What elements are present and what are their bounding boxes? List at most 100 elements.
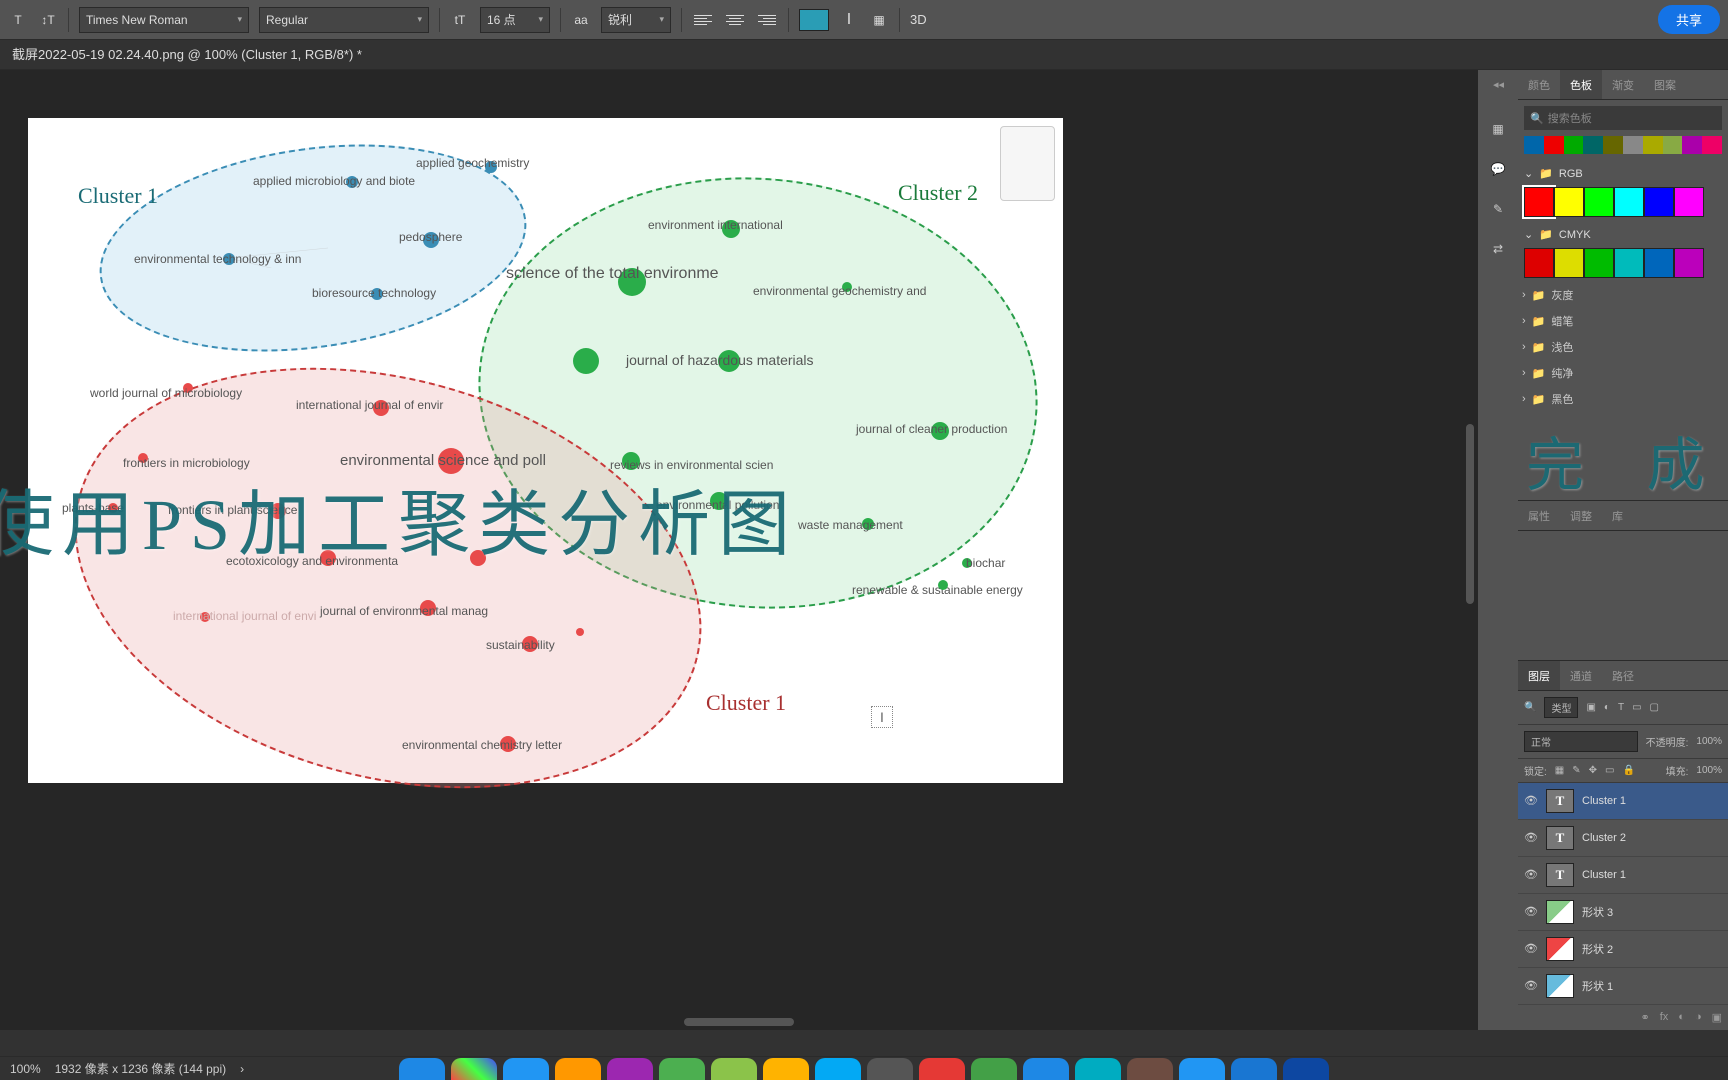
link-icon[interactable]: ⚭ — [1641, 1011, 1650, 1024]
align-left-button[interactable] — [692, 9, 714, 31]
layer-row[interactable]: 👁TCluster 2 — [1518, 820, 1728, 857]
dock-app-icon[interactable] — [815, 1058, 861, 1080]
share-button[interactable]: 共享 — [1658, 5, 1720, 34]
filter-type-dropdown[interactable]: 类型 — [1544, 697, 1578, 718]
layer-row[interactable]: 👁形状 3 — [1518, 894, 1728, 931]
filter-smart-icon[interactable]: ▢ — [1650, 702, 1659, 713]
options-bar: T ↕T Times New Roman▾ Regular▾ tT 16 点▾ … — [0, 0, 1728, 40]
tab-color[interactable]: 颜色 — [1518, 70, 1560, 99]
tab-channels[interactable]: 通道 — [1560, 661, 1602, 690]
watermark-left: 使用PS加工聚类分析图 — [0, 465, 798, 570]
collapse-chevron-icon[interactable]: ◂◂ — [1493, 78, 1512, 94]
folder-pastel[interactable]: ›📁 蜡笔 — [1518, 308, 1728, 334]
align-center-button[interactable] — [724, 9, 746, 31]
dock-app-icon[interactable] — [607, 1058, 653, 1080]
mask-icon[interactable]: ◐ — [1678, 1011, 1685, 1024]
fill-value[interactable]: 100% — [1696, 765, 1722, 776]
document-tab[interactable]: 截屏2022-05-19 02.24.40.png @ 100% (Cluste… — [0, 40, 1728, 70]
visibility-icon[interactable]: 👁 — [1524, 794, 1538, 808]
character-panel-icon[interactable]: ▦ — [869, 10, 889, 30]
dock-app-icon[interactable] — [1231, 1058, 1277, 1080]
tab-adjustments[interactable]: 调整 — [1560, 501, 1602, 530]
dock-app-icon[interactable] — [659, 1058, 705, 1080]
visibility-icon[interactable]: 👁 — [1524, 905, 1538, 919]
adjustment-icon[interactable]: ◑ — [1695, 1011, 1702, 1024]
macos-dock[interactable] — [0, 1050, 1728, 1080]
tab-libraries[interactable]: 库 — [1602, 501, 1633, 530]
text-orient-icon[interactable]: ↕T — [38, 10, 58, 30]
filter-adjust-icon[interactable]: ◐ — [1604, 702, 1610, 713]
workspace: applied geochemistry applied microbiolog… — [0, 70, 1728, 1030]
text-tool-icon[interactable]: T — [8, 10, 28, 30]
font-style-dropdown[interactable]: Regular▾ — [259, 7, 429, 33]
layer-row[interactable]: 👁TCluster 1 — [1518, 783, 1728, 820]
align-right-button[interactable] — [756, 9, 778, 31]
dock-app-icon[interactable] — [1179, 1058, 1225, 1080]
search-icon[interactable]: 🔍 — [1524, 702, 1536, 713]
folder-light[interactable]: ›📁 浅色 — [1518, 334, 1728, 360]
lock-move-icon[interactable]: ✥ — [1589, 765, 1597, 776]
vertical-scrollbar[interactable] — [1466, 424, 1474, 604]
antialias-dropdown[interactable]: 锐利▾ — [601, 7, 671, 33]
recent-swatches[interactable] — [1524, 136, 1722, 154]
swatch-group-rgb: ⌄📁 RGB — [1524, 160, 1722, 221]
visibility-icon[interactable]: 👁 — [1524, 942, 1538, 956]
dock-app-icon[interactable] — [1023, 1058, 1069, 1080]
layer-row[interactable]: 👁形状 1 — [1518, 968, 1728, 1005]
nav-widget[interactable] — [1000, 126, 1055, 201]
3d-button[interactable]: 3D — [910, 10, 927, 30]
folder-pure[interactable]: ›📁 纯净 — [1518, 360, 1728, 386]
lock-artboard-icon[interactable]: ▭ — [1605, 765, 1614, 776]
lock-all-icon[interactable]: 🔒 — [1622, 765, 1634, 776]
dock-app-icon[interactable] — [555, 1058, 601, 1080]
panel-icon[interactable]: ▦ — [1487, 118, 1509, 140]
dock-app-icon[interactable] — [451, 1058, 497, 1080]
dock-app-icon[interactable] — [1075, 1058, 1121, 1080]
dock-app-icon[interactable] — [867, 1058, 913, 1080]
tab-properties[interactable]: 属性 — [1518, 501, 1560, 530]
tab-paths[interactable]: 路径 — [1602, 661, 1644, 690]
folder-black[interactable]: ›📁 黑色 — [1518, 386, 1728, 412]
adjust-icon[interactable]: ⇄ — [1487, 238, 1509, 260]
tab-layers[interactable]: 图层 — [1518, 661, 1560, 690]
layer-row[interactable]: 👁TCluster 1 — [1518, 857, 1728, 894]
tab-pattern[interactable]: 图案 — [1644, 70, 1686, 99]
brush-icon[interactable]: ✎ — [1487, 198, 1509, 220]
fx-icon[interactable]: fx — [1660, 1011, 1669, 1024]
warp-text-icon[interactable]: I — [839, 10, 859, 30]
swatch-row[interactable] — [1524, 248, 1722, 278]
text-color-swatch[interactable] — [799, 9, 829, 31]
blend-mode-dropdown[interactable]: 正常 — [1524, 731, 1638, 752]
visibility-icon[interactable]: 👁 — [1524, 868, 1538, 882]
lock-trans-icon[interactable]: ▦ — [1555, 765, 1564, 776]
font-family-dropdown[interactable]: Times New Roman▾ — [79, 7, 249, 33]
swatch-row[interactable] — [1524, 187, 1722, 217]
folder-grayscale[interactable]: ›📁 灰度 — [1518, 282, 1728, 308]
group-toggle[interactable]: ⌄📁 CMYK — [1524, 225, 1722, 244]
swatch-search[interactable]: 🔍 搜索色板 — [1524, 106, 1722, 130]
group-icon[interactable]: ▣ — [1712, 1011, 1722, 1024]
group-toggle[interactable]: ⌄📁 RGB — [1524, 164, 1722, 183]
horizontal-scrollbar[interactable] — [684, 1018, 794, 1026]
filter-shape-icon[interactable]: ▭ — [1632, 702, 1641, 713]
dock-app-icon[interactable] — [1127, 1058, 1173, 1080]
font-size-dropdown[interactable]: 16 点▾ — [480, 7, 550, 33]
tab-swatches[interactable]: 色板 — [1560, 70, 1602, 99]
dock-app-icon[interactable] — [399, 1058, 445, 1080]
layer-row[interactable]: 👁形状 2 — [1518, 931, 1728, 968]
visibility-icon[interactable]: 👁 — [1524, 831, 1538, 845]
dock-app-icon[interactable] — [503, 1058, 549, 1080]
dock-app-icon[interactable] — [971, 1058, 1017, 1080]
canvas[interactable]: applied geochemistry applied microbiolog… — [28, 118, 1063, 783]
dock-app-icon[interactable] — [1283, 1058, 1329, 1080]
visibility-icon[interactable]: 👁 — [1524, 979, 1538, 993]
dock-app-icon[interactable] — [919, 1058, 965, 1080]
comment-icon[interactable]: 💬 — [1487, 158, 1509, 180]
opacity-value[interactable]: 100% — [1696, 736, 1722, 747]
tab-gradient[interactable]: 渐变 — [1602, 70, 1644, 99]
filter-text-icon[interactable]: T — [1618, 702, 1624, 713]
dock-app-icon[interactable] — [763, 1058, 809, 1080]
dock-app-icon[interactable] — [711, 1058, 757, 1080]
lock-brush-icon[interactable]: ✎ — [1572, 765, 1580, 776]
filter-image-icon[interactable]: ▣ — [1586, 702, 1595, 713]
